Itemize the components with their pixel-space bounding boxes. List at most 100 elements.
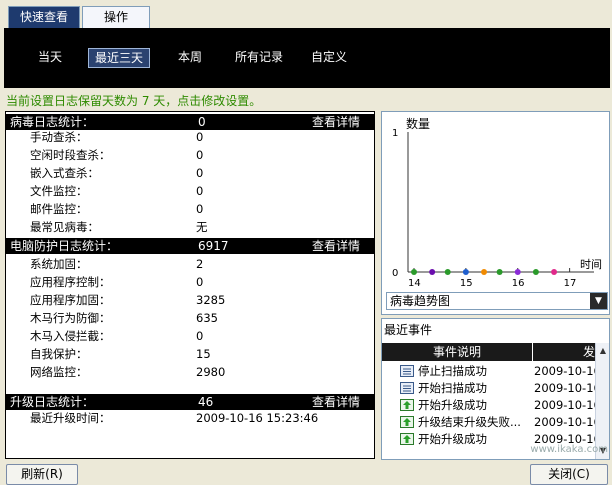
tab-operations[interactable]: 操作 [82, 6, 150, 28]
event-description: 开始扫描成功 [418, 381, 487, 395]
data-point [481, 269, 488, 275]
x-tick-label: 17 [564, 278, 577, 288]
x-tick-label: 14 [408, 278, 421, 288]
stat-row: 网络监控： 2980 [6, 363, 374, 381]
log-statistics-panel: 病毒日志统计： 0 查看详情 手动查杀： 0 空闲时段查杀： 0 嵌入式查杀： 0 文… [5, 111, 375, 459]
stat-row: 最常见病毒： 无 [6, 218, 374, 236]
event-description: 开始升级成功 [418, 432, 487, 446]
stat-value: 0 [196, 275, 204, 289]
stat-row: 邮件监控： 0 [6, 200, 374, 218]
filter-custom-button[interactable]: 自定义 [304, 48, 354, 68]
stat-value: 15 [196, 347, 211, 361]
stat-row: 系统加固： 2 [6, 255, 374, 273]
retention-notice-link[interactable]: 当前设置日志保留天数为 7 天，点击修改设置。 [6, 92, 261, 109]
list-item[interactable]: 升级结束升级失败... 2009-10-16 [382, 414, 596, 430]
stat-label: 嵌入式查杀： [30, 166, 99, 180]
virus-trend-chart: 数量 时间 1 0 14 15 16 17 [392, 116, 602, 288]
recent-events-scrollbar[interactable]: ▲ ▼ [595, 343, 609, 459]
stat-label: 系统加固： [30, 257, 88, 271]
stat-row: 嵌入式查杀： 0 [6, 164, 374, 182]
stat-row: 应用程序控制： 0 [6, 273, 374, 291]
pc-protection-log-detail-link[interactable]: 查看详情 [312, 238, 360, 254]
upgrade-arrow-icon [400, 433, 414, 445]
x-axis-label: 时间 [580, 258, 602, 271]
upgrade-arrow-icon [400, 416, 414, 428]
filter-all-records-button[interactable]: 所有记录 [228, 48, 290, 68]
data-point [444, 269, 451, 275]
stat-value: 0 [196, 130, 204, 144]
filter-today-button[interactable]: 当天 [30, 48, 70, 68]
date-filter-toolbar: 当天 最近三天 本周 所有记录 自定义 [4, 28, 610, 88]
stat-row: 空闲时段查杀： 0 [6, 146, 374, 164]
stat-row: 最近升级时间： 2009-10-16 15:23:46 [6, 409, 374, 427]
stat-row: 自我保护： 15 [6, 345, 374, 363]
list-item[interactable]: 开始扫描成功 2009-10-16 [382, 380, 596, 396]
trend-chart-panel: 数量 时间 1 0 14 15 16 17 病毒趋势图 ▼ [381, 111, 610, 315]
event-date: 2009-10-16 [534, 381, 596, 395]
scroll-up-icon[interactable]: ▲ [597, 345, 609, 357]
upgrade-arrow-icon [400, 399, 414, 411]
stat-value: 635 [196, 311, 218, 325]
event-description: 开始升级成功 [418, 398, 487, 412]
data-point [462, 269, 469, 275]
recent-events-panel: 最近事件 事件说明 发 停止扫描成功 2009-10-16 开始扫描成功 200… [381, 318, 610, 460]
stat-row: 文件监控： 0 [6, 182, 374, 200]
data-point [429, 269, 436, 275]
pc-protection-log-title: 电脑防护日志统计： [10, 239, 119, 253]
stat-label: 最近升级时间： [30, 411, 111, 425]
stat-value: 无 [196, 220, 208, 234]
event-date: 2009-10-16 [534, 398, 596, 412]
stat-row: 木马行为防御： 635 [6, 309, 374, 327]
upgrade-log-title: 升级日志统计： [10, 395, 95, 409]
list-item[interactable]: 停止扫描成功 2009-10-16 [382, 363, 596, 379]
x-tick-label: 16 [512, 278, 525, 288]
filter-last-three-days-button[interactable]: 最近三天 [88, 48, 150, 68]
chevron-down-icon[interactable]: ▼ [590, 293, 607, 309]
event-date: 2009-10-16 [534, 415, 596, 429]
stat-value: 0 [196, 166, 204, 180]
refresh-button[interactable]: 刷新(R) [6, 464, 78, 485]
upgrade-log-total: 46 [198, 395, 214, 409]
column-header-description[interactable]: 事件说明 [382, 343, 532, 361]
y-tick-label: 1 [392, 128, 398, 139]
stat-row: 应用程序加固： 3285 [6, 291, 374, 309]
stat-label: 邮件监控： [30, 202, 88, 216]
stat-label: 自我保护： [30, 347, 88, 361]
tab-quick-view[interactable]: 快速查看 [8, 6, 80, 28]
chart-type-select-value: 病毒趋势图 [390, 294, 451, 308]
stat-value: 2 [196, 257, 204, 271]
stat-label: 木马入侵拦截： [30, 329, 111, 343]
y-axis-label: 数量 [406, 116, 430, 131]
stat-label: 空闲时段查杀： [30, 148, 111, 162]
pc-protection-log-total: 6917 [198, 239, 229, 253]
column-header-time[interactable]: 发 [533, 343, 597, 361]
upgrade-log-detail-link[interactable]: 查看详情 [312, 394, 360, 410]
list-item[interactable]: 开始升级成功 2009-10-16 [382, 397, 596, 413]
tab-bar: 快速查看 操作 [0, 0, 612, 28]
stat-value: 2009-10-16 15:23:46 [196, 411, 319, 425]
stat-row: 手动查杀： 0 [6, 128, 374, 146]
stat-value: 0 [196, 148, 204, 162]
stat-value: 2980 [196, 365, 226, 379]
stat-label: 应用程序控制： [30, 275, 111, 289]
upgrade-log-header: 升级日志统计： 46 查看详情 [6, 394, 374, 410]
event-date: 2009-10-16 [534, 364, 596, 378]
pc-protection-log-header: 电脑防护日志统计： 6917 查看详情 [6, 238, 374, 254]
stat-label: 木马行为防御： [30, 311, 111, 325]
data-point [551, 269, 558, 275]
stat-value: 3285 [196, 293, 226, 307]
document-icon [400, 382, 414, 394]
close-button[interactable]: 关闭(C) [530, 464, 608, 485]
event-description: 升级结束升级失败... [418, 415, 521, 429]
stat-label: 网络监控： [30, 365, 88, 379]
y-tick-label: 0 [392, 268, 398, 279]
data-point [411, 269, 417, 275]
chart-type-select[interactable]: 病毒趋势图 ▼ [386, 292, 608, 310]
stat-row: 木马入侵拦截： 0 [6, 327, 374, 345]
data-point [514, 269, 521, 275]
stat-label: 应用程序加固： [30, 293, 111, 307]
filter-this-week-button[interactable]: 本周 [170, 48, 210, 68]
recent-events-title: 最近事件 [384, 323, 433, 337]
stat-value: 0 [196, 329, 204, 343]
document-icon [400, 365, 414, 377]
